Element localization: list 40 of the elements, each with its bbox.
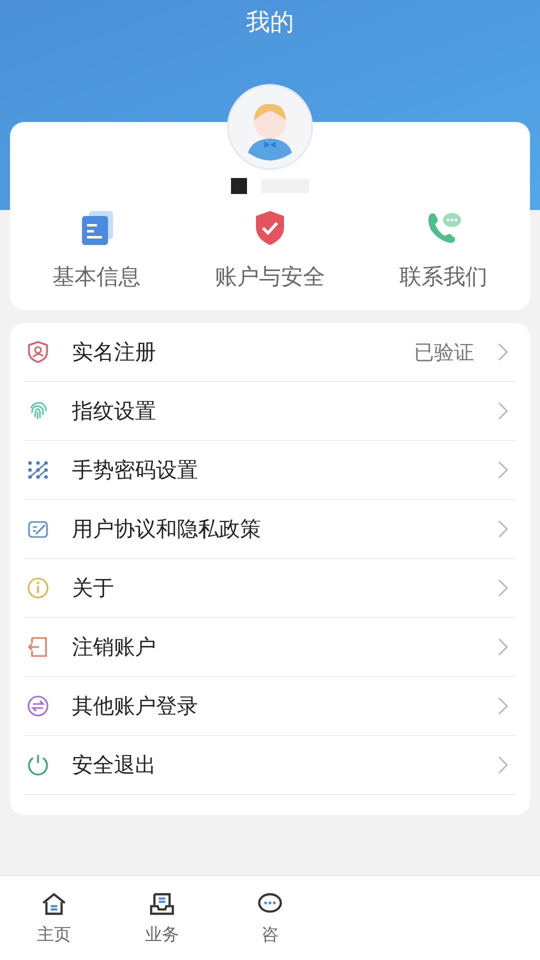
shortcut-button[interactable]: 基本信息 [10,208,184,292]
chevron-right-icon [498,520,508,538]
chevron-right-icon [498,756,508,774]
menu-label: 手势密码设置 [72,457,199,484]
chevron-right-icon [498,697,508,715]
menu-label: 安全退出 [72,752,157,779]
menu-label: 指纹设置 [72,398,157,425]
info-icon [26,576,50,600]
chevron-right-icon [498,343,508,361]
menu-item[interactable]: 用户协议和隐私政策 [24,500,516,559]
shortcut-button[interactable]: 联系我们 [356,208,530,292]
chevron-right-icon [498,461,508,479]
menu-item[interactable]: 安全退出 [24,736,516,795]
chevron-right-icon [498,402,508,420]
inbox-icon [149,890,175,916]
menu-item[interactable]: 注销账户 [24,618,516,677]
menu-item[interactable]: 指纹设置 [24,382,516,441]
menu-item[interactable]: 关于 [24,559,516,618]
chevron-right-icon [498,638,508,656]
home-icon [41,890,67,916]
switch-arrows-icon [26,694,50,718]
menu-item[interactable]: 其他账户登录 [24,677,516,736]
menu-label: 注销账户 [72,634,157,661]
status-text: 已验证 [414,338,474,366]
power-icon [26,753,50,777]
menu-label: 关于 [72,575,115,602]
exit-door-icon [26,635,50,659]
menu-label: 其他账户登录 [72,693,199,720]
menu-item[interactable]: 手势密码设置 [24,441,516,500]
tab[interactable]: 咨 [216,876,324,960]
chevron-right-icon [498,579,508,597]
tab[interactable]: 业务 [108,876,216,960]
tab[interactable]: 主页 [0,876,108,960]
menu-item[interactable]: 实名注册 已验证 [24,323,516,382]
shortcut-button[interactable]: 账户与安全 [183,208,357,292]
menu-label: 用户协议和隐私政策 [72,516,262,543]
menu-label: 实名注册 [72,339,157,366]
shield-person-icon [26,340,50,364]
page-title: 我的 [246,7,294,38]
dot-pattern-icon [26,458,50,482]
